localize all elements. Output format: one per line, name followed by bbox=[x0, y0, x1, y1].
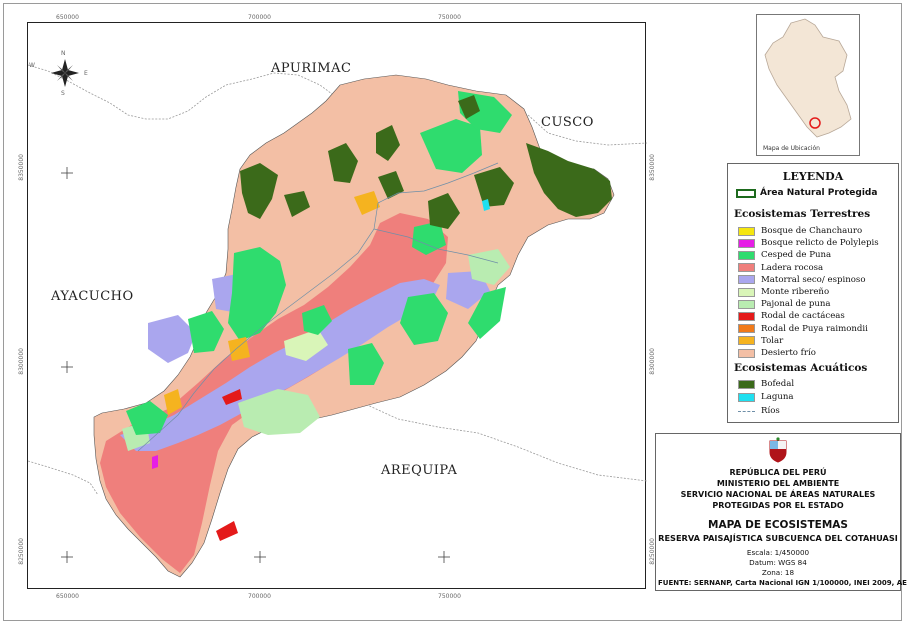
tb-service-1: SERVICIO NACIONAL DE ÁREAS NATURALES bbox=[680, 490, 876, 499]
legend-row-terrestrial: Bosque de Chanchauro bbox=[738, 226, 862, 236]
tb-source: FUENTE: SERNANP, Carta Nacional IGN 1/10… bbox=[658, 579, 907, 587]
legend-row-terrestrial: Bosque relicto de Polylepis bbox=[738, 238, 879, 248]
title-block: REPÚBLICA DEL PERÚ MINISTERIO DEL AMBIEN… bbox=[655, 433, 907, 591]
legend-swatch bbox=[738, 348, 755, 358]
legend-label: Rodal de Puya raimondii bbox=[761, 323, 868, 334]
peru-silhouette bbox=[764, 18, 852, 138]
ecosystem-map bbox=[28, 59, 647, 578]
legend-label: Cesped de Puna bbox=[761, 250, 832, 261]
legend-protected-area: Área Natural Protegida bbox=[736, 188, 877, 198]
legend-label: Ladera rocosa bbox=[761, 262, 824, 273]
compass-rose bbox=[51, 59, 79, 87]
coord-top-1: 650000 bbox=[56, 14, 79, 21]
legend-swatch bbox=[738, 226, 755, 236]
legend-row-terrestrial: Matorral seco/ espinoso bbox=[738, 275, 866, 285]
legend: LEYENDA Área Natural Protegida Ecosistem… bbox=[727, 163, 899, 423]
region-label-ayacucho: AYACUCHO bbox=[51, 289, 134, 304]
legend-swatch bbox=[738, 324, 755, 334]
legend-terrestrial-heading: Ecosistemas Terrestres bbox=[734, 208, 871, 220]
tb-zone: Zona: 18 bbox=[761, 568, 795, 577]
coord-left-1: 8350000 bbox=[18, 154, 25, 181]
legend-row-aquatic: Bofedal bbox=[738, 379, 794, 389]
legend-row-terrestrial: Cesped de Puna bbox=[738, 250, 831, 260]
location-inset: Mapa de Ubicación bbox=[756, 14, 860, 156]
coord-right-1: 8350000 bbox=[649, 154, 656, 181]
legend-row-terrestrial: Desierto frío bbox=[738, 348, 816, 358]
legend-label: Monte ribereño bbox=[761, 287, 830, 297]
legend-label: Tolar bbox=[761, 335, 784, 346]
ecosystem-cactaceas bbox=[216, 521, 238, 541]
legend-label: Bosque de Chanchauro bbox=[761, 226, 863, 236]
legend-row-terrestrial: Rodal de Puya raimondii bbox=[738, 324, 868, 334]
legend-title: LEYENDA bbox=[782, 170, 844, 183]
legend-label: Bofedal bbox=[761, 379, 795, 389]
legend-swatch bbox=[738, 238, 755, 248]
coord-top-3: 750000 bbox=[438, 14, 461, 21]
tb-datum: Datum: WGS 84 bbox=[749, 558, 807, 567]
legend-swatch bbox=[738, 263, 755, 273]
region-label-arequipa: AREQUIPA bbox=[381, 463, 458, 478]
compass-n: N bbox=[61, 50, 66, 57]
coat-of-arms-icon bbox=[769, 437, 787, 463]
legend-label: Rodal de cactáceas bbox=[761, 311, 845, 322]
legend-row-terrestrial: Tolar bbox=[738, 336, 783, 346]
legend-label: Bosque relicto de Polylepis bbox=[761, 238, 879, 249]
legend-swatch bbox=[738, 287, 755, 297]
legend-swatch bbox=[738, 311, 755, 321]
river-line-swatch bbox=[738, 410, 755, 412]
protected-area-swatch bbox=[736, 188, 756, 198]
coord-bottom-2: 700000 bbox=[248, 593, 271, 600]
coord-right-2: 8300000 bbox=[649, 348, 656, 375]
coord-bottom-3: 750000 bbox=[438, 593, 461, 600]
legend-row-terrestrial: Pajonal de puna bbox=[738, 299, 831, 309]
legend-label: Matorral seco/ espinoso bbox=[761, 274, 866, 285]
legend-swatch bbox=[738, 275, 755, 285]
ecosystem-polylepis bbox=[152, 455, 158, 469]
coord-bottom-1: 650000 bbox=[56, 593, 79, 600]
legend-row-aquatic: Laguna bbox=[738, 392, 794, 402]
coord-left-2: 8300000 bbox=[18, 348, 25, 375]
tb-country: REPÚBLICA DEL PERÚ bbox=[729, 468, 827, 477]
tb-service-2: PROTEGIDAS POR EL ESTADO bbox=[712, 501, 844, 510]
compass-e: E bbox=[84, 70, 88, 77]
region-label-cusco: CUSCO bbox=[541, 115, 594, 130]
legend-rivers-label: Ríos bbox=[761, 406, 780, 416]
legend-aquatic-heading: Ecosistemas Acuáticos bbox=[734, 362, 868, 374]
legend-swatch bbox=[738, 379, 755, 389]
tb-scale: Escala: 1/450000 bbox=[746, 548, 810, 557]
legend-label: Pajonal de puna bbox=[761, 299, 831, 310]
tb-ministry: MINISTERIO DEL AMBIENTE bbox=[716, 479, 840, 488]
compass-s: S bbox=[61, 90, 65, 97]
legend-swatch bbox=[738, 336, 755, 346]
inset-caption: Mapa de Ubicación bbox=[763, 145, 820, 152]
legend-row-rivers: Ríos bbox=[738, 406, 780, 416]
legend-label: Laguna bbox=[761, 392, 794, 402]
coord-left-3: 8250000 bbox=[18, 538, 25, 565]
legend-label: Desierto frío bbox=[761, 348, 816, 358]
legend-row-terrestrial: Ladera rocosa bbox=[738, 263, 823, 273]
protected-area-label: Área Natural Protegida bbox=[760, 188, 878, 198]
legend-swatch bbox=[738, 392, 755, 402]
legend-row-terrestrial: Rodal de cactáceas bbox=[738, 311, 845, 321]
tb-reserve: RESERVA PAISAJÍSTICA SUBCUENCA DEL COTAH… bbox=[658, 533, 898, 543]
legend-row-terrestrial: Monte ribereño bbox=[738, 287, 829, 297]
coord-top-2: 700000 bbox=[248, 14, 271, 21]
compass-w: W bbox=[29, 62, 35, 69]
legend-swatch bbox=[738, 299, 755, 309]
tb-map-title: MAPA DE ECOSISTEMAS bbox=[708, 519, 848, 531]
legend-swatch bbox=[738, 250, 755, 260]
map-area: W N E S APURIMAC CUSCO AYACUCHO AREQUIPA bbox=[27, 22, 647, 589]
region-label-apurimac: APURIMAC bbox=[271, 61, 352, 76]
